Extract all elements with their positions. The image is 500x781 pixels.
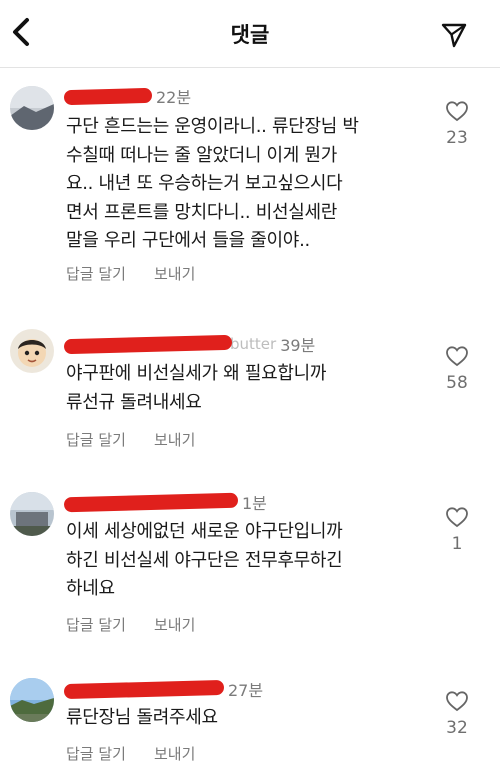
paper-plane-icon	[441, 23, 467, 48]
avatar[interactable]	[10, 86, 54, 130]
comment-time: 22분	[156, 88, 192, 107]
redacted-username[interactable]	[63, 87, 153, 105]
heart-icon[interactable]	[445, 690, 469, 712]
avatar[interactable]	[10, 492, 54, 536]
comment-text: 야구판에 비선실세가 왜 필요합니까 류선규 돌려내세요	[66, 360, 436, 417]
comment-time: 27분	[228, 681, 264, 700]
comment-time: 39분	[280, 336, 316, 355]
avatar[interactable]	[10, 678, 54, 722]
like-count: 32	[446, 718, 468, 738]
comment-text: 구단 흔드는는 운영이라니.. 류단장님 박 수칠때 떠나는 줄 알았더니 이게…	[66, 113, 436, 256]
like-column: 1	[440, 506, 474, 554]
heart-icon[interactable]	[445, 345, 469, 367]
comment-actions: 답글 달기 보내기	[66, 429, 195, 450]
comment-author-line: 27분	[63, 677, 264, 701]
comment-time: 1분	[242, 494, 267, 513]
comment-line: 야구판에 비선실세가 왜 필요합니까	[66, 363, 327, 384]
comment-author-line: 22분	[63, 84, 192, 108]
like-column: 58	[440, 345, 474, 393]
reply-button[interactable]: 답글 달기	[66, 263, 126, 284]
reply-button[interactable]: 답글 달기	[66, 743, 126, 764]
header-bar: 댓글	[0, 0, 500, 68]
like-column: 23	[440, 100, 474, 148]
comment-author-line: 1분	[63, 490, 267, 514]
comment-line: 말을 우리 구단에서 들을 줄이야..	[66, 230, 310, 251]
send-comment-button[interactable]: 보내기	[154, 429, 195, 450]
comment-actions: 답글 달기 보내기	[66, 614, 195, 635]
comment-line: 이세 세상에없던 새로운 야구단입니까	[66, 521, 343, 542]
redacted-username[interactable]	[63, 334, 233, 354]
comment-line: 구단 흔드는는 운영이라니.. 류단장님 박	[66, 116, 359, 137]
comment-actions: 답글 달기 보내기	[66, 743, 195, 764]
send-comment-button[interactable]: 보내기	[154, 743, 195, 764]
like-count: 23	[446, 128, 468, 148]
like-count: 1	[451, 534, 463, 554]
comment-text: 류단장님 돌려주세요	[66, 704, 436, 733]
send-comment-button[interactable]: 보내기	[154, 614, 195, 635]
comment-line: 류단장님 돌려주세요	[66, 707, 218, 728]
username-fragment: butter	[230, 335, 277, 353]
comment-line: 하긴 비선실세 야구단은 전무후무하긴	[66, 549, 343, 571]
avatar[interactable]	[10, 329, 54, 373]
comment-line: 하네요	[66, 578, 115, 599]
like-count: 58	[446, 373, 468, 393]
reply-button[interactable]: 답글 달기	[66, 429, 126, 450]
comment-line: 수칠때 떠나는 줄 알았더니 이게 뭔가	[66, 144, 338, 166]
comment-line: 류선규 돌려내세요	[66, 391, 202, 413]
comment-author-line: butter 39분	[63, 332, 316, 356]
heart-icon[interactable]	[445, 506, 469, 528]
heart-icon[interactable]	[445, 100, 469, 122]
redacted-username[interactable]	[63, 679, 225, 699]
redacted-username[interactable]	[63, 492, 239, 512]
comment-line: 면서 프론트를 망치다니.. 비선실세란	[66, 201, 338, 223]
page-title: 댓글	[230, 23, 270, 47]
comment-text: 이세 세상에없던 새로운 야구단입니까 하긴 비선실세 야구단은 전무후무하긴 …	[66, 518, 436, 604]
reply-button[interactable]: 답글 달기	[66, 614, 126, 635]
comment-actions: 답글 달기 보내기	[66, 263, 195, 284]
comment-line: 요.. 내년 또 우승하는거 보고싶으시다	[66, 173, 343, 194]
send-comment-button[interactable]: 보내기	[154, 263, 195, 284]
share-button[interactable]	[436, 17, 472, 53]
like-column: 32	[440, 690, 474, 738]
